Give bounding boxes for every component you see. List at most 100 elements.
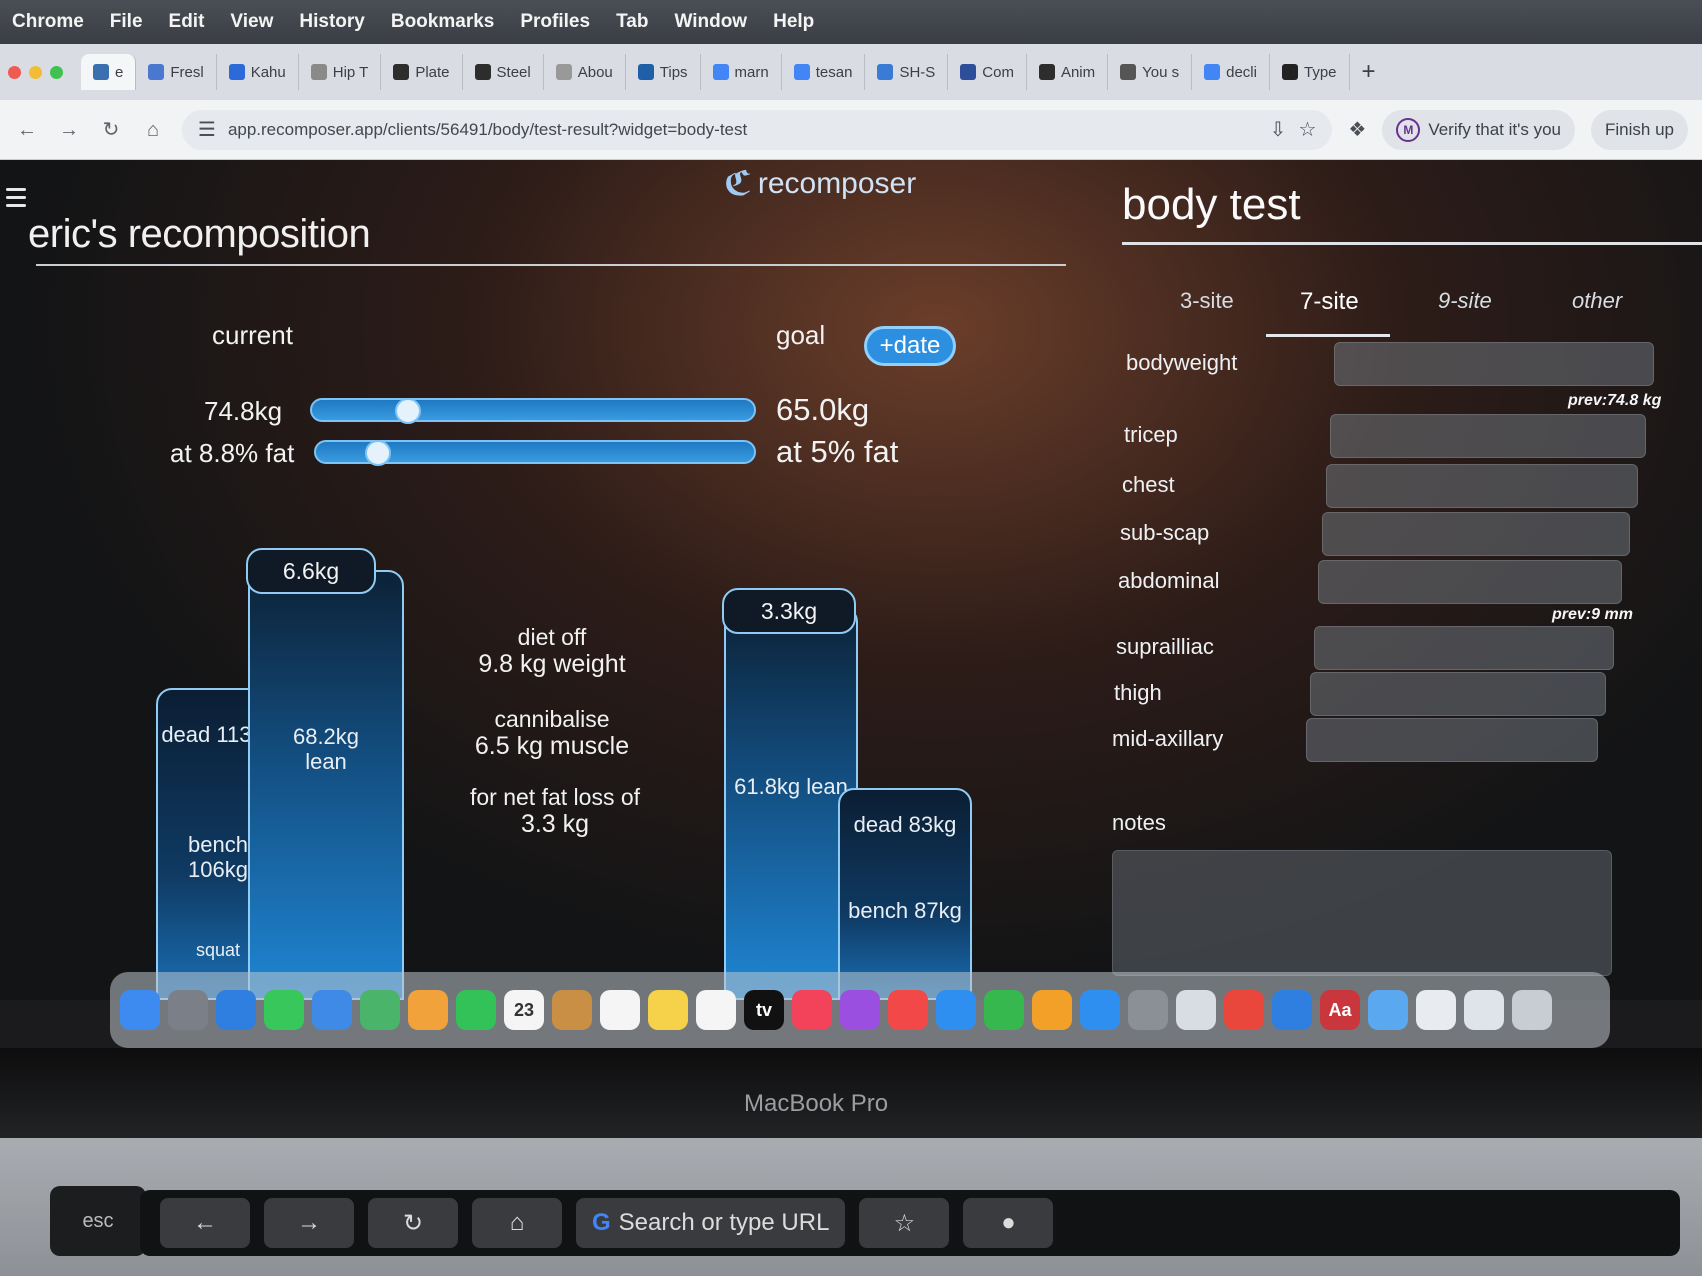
appstore-icon[interactable] — [1080, 990, 1120, 1030]
browser-tab[interactable]: Tips — [626, 54, 701, 90]
touchbar-home-icon[interactable]: ⌂ — [472, 1198, 562, 1248]
browser-tab[interactable]: Hip T — [299, 54, 382, 90]
facetime-icon[interactable] — [456, 990, 496, 1030]
reminders-icon[interactable] — [600, 990, 640, 1030]
podcasts-icon[interactable] — [840, 990, 880, 1030]
music-icon[interactable] — [792, 990, 832, 1030]
keynote-icon[interactable] — [936, 990, 976, 1030]
chrome-icon[interactable] — [1224, 990, 1264, 1030]
settings-icon[interactable] — [1128, 990, 1168, 1030]
tab-favicon-icon — [793, 64, 810, 80]
browser-tab[interactable]: Fresl — [136, 54, 217, 90]
add-date-button[interactable]: +date — [864, 326, 956, 366]
finish-update-button[interactable]: Finish up — [1591, 109, 1688, 150]
dictionary-icon[interactable]: Aa — [1320, 990, 1360, 1030]
menu-item-help[interactable]: Help — [773, 11, 814, 33]
field-input-sub-scap[interactable] — [1322, 512, 1630, 556]
numbers-icon[interactable] — [984, 990, 1024, 1030]
menu-item-bookmarks[interactable]: Bookmarks — [391, 11, 495, 33]
browser-tab[interactable]: Type — [1270, 54, 1350, 90]
browser-tab[interactable]: decli — [1192, 54, 1270, 90]
home-icon[interactable]: ⌂ — [140, 117, 166, 143]
notes-textarea[interactable] — [1112, 850, 1612, 976]
back-icon[interactable]: ← — [14, 117, 40, 143]
safari-icon[interactable] — [216, 990, 256, 1030]
browser-tab[interactable]: Kahu — [217, 54, 299, 90]
menu-item-chrome[interactable]: Chrome — [12, 11, 84, 33]
messages-icon[interactable] — [264, 990, 304, 1030]
launchpad-icon[interactable] — [168, 990, 208, 1030]
touchbar-forward-icon[interactable]: → — [264, 1198, 354, 1248]
close-window-icon[interactable] — [8, 65, 21, 79]
pages-icon[interactable] — [1032, 990, 1072, 1030]
esc-key[interactable]: esc — [50, 1186, 146, 1256]
touchbar-reload-icon[interactable]: ↻ — [368, 1198, 458, 1248]
field-input-mid-axillary[interactable] — [1306, 718, 1598, 762]
menu-item-profiles[interactable]: Profiles — [520, 11, 590, 33]
field-input-chest[interactable] — [1326, 464, 1638, 508]
menu-item-tab[interactable]: Tab — [616, 11, 648, 33]
trash-icon[interactable] — [1512, 990, 1552, 1030]
calendar-icon[interactable]: 23 — [504, 990, 544, 1030]
browser-tab[interactable]: SH-S — [865, 54, 949, 90]
site-settings-icon[interactable]: ☰ — [198, 117, 216, 142]
address-bar[interactable]: ☰ app.recomposer.app/clients/56491/body/… — [182, 109, 1333, 150]
fat-slider-handle[interactable] — [365, 440, 391, 466]
browser-tab[interactable]: You s — [1108, 54, 1193, 90]
browser-tab[interactable]: Abou — [544, 54, 626, 90]
zoom-window-icon[interactable] — [50, 65, 63, 79]
field-input-tricep[interactable] — [1330, 414, 1646, 458]
browser-tab[interactable]: tesan — [782, 54, 866, 90]
document-icon[interactable] — [1416, 990, 1456, 1030]
preview-icon[interactable] — [1176, 990, 1216, 1030]
browser-tab[interactable]: Plate — [381, 54, 463, 90]
tab-9-site[interactable]: 9-site — [1438, 288, 1492, 314]
hamburger-menu-icon[interactable] — [6, 188, 26, 212]
browser-tab[interactable]: e — [81, 54, 137, 90]
fat-slider[interactable] — [314, 440, 756, 466]
touchbar-tab-icon[interactable]: ● — [963, 1198, 1054, 1248]
news-icon[interactable] — [888, 990, 928, 1030]
bluetooth-icon[interactable] — [1272, 990, 1312, 1030]
tab-3-site[interactable]: 3-site — [1180, 288, 1234, 314]
field-input-bodyweight[interactable] — [1334, 342, 1654, 386]
browser-tab[interactable]: marn — [701, 54, 782, 90]
install-app-icon[interactable]: ⇩ — [1270, 117, 1287, 142]
menu-item-history[interactable]: History — [299, 11, 364, 33]
folder-icon[interactable] — [1368, 990, 1408, 1030]
menu-item-view[interactable]: View — [230, 11, 273, 33]
tab-other[interactable]: other — [1572, 288, 1622, 314]
field-input-thigh[interactable] — [1310, 672, 1606, 716]
touchbar-bookmark-icon[interactable]: ☆ — [859, 1198, 950, 1248]
bookmark-star-icon[interactable]: ☆ — [1298, 117, 1316, 142]
touchbar-back-icon[interactable]: ← — [160, 1198, 250, 1248]
finder-icon[interactable] — [120, 990, 160, 1030]
field-input-suprailliac[interactable] — [1314, 626, 1614, 670]
appletv-icon[interactable]: tv — [744, 990, 784, 1030]
maps-icon[interactable] — [360, 990, 400, 1030]
freeform-icon[interactable] — [696, 990, 736, 1030]
mail-icon[interactable] — [312, 990, 352, 1030]
browser-tab[interactable]: Com — [948, 54, 1027, 90]
forward-icon[interactable]: → — [56, 117, 82, 143]
verify-identity-button[interactable]: M Verify that it's you — [1382, 109, 1576, 150]
new-tab-icon[interactable]: + — [1362, 58, 1376, 86]
tab-7-site[interactable]: 7-site — [1300, 288, 1359, 316]
field-input-abdominal[interactable] — [1318, 560, 1622, 604]
menu-item-file[interactable]: File — [110, 11, 143, 33]
url-text[interactable]: app.recomposer.app/clients/56491/body/te… — [228, 120, 1258, 140]
menu-item-edit[interactable]: Edit — [169, 11, 205, 33]
reload-icon[interactable]: ↻ — [98, 117, 124, 143]
photos-icon[interactable] — [408, 990, 448, 1030]
weight-slider-handle[interactable] — [395, 398, 421, 424]
weight-slider[interactable] — [310, 398, 756, 424]
minimize-window-icon[interactable] — [29, 65, 42, 79]
menu-item-window[interactable]: Window — [674, 11, 747, 33]
browser-tab[interactable]: Anim — [1027, 54, 1109, 90]
downloads-icon[interactable] — [1464, 990, 1504, 1030]
notes-icon[interactable] — [648, 990, 688, 1030]
touchbar-search-button[interactable]: G Search or type URL — [576, 1198, 846, 1248]
extensions-icon[interactable]: ❖ — [1348, 117, 1366, 142]
contacts-icon[interactable] — [552, 990, 592, 1030]
browser-tab[interactable]: Steel — [463, 54, 544, 90]
